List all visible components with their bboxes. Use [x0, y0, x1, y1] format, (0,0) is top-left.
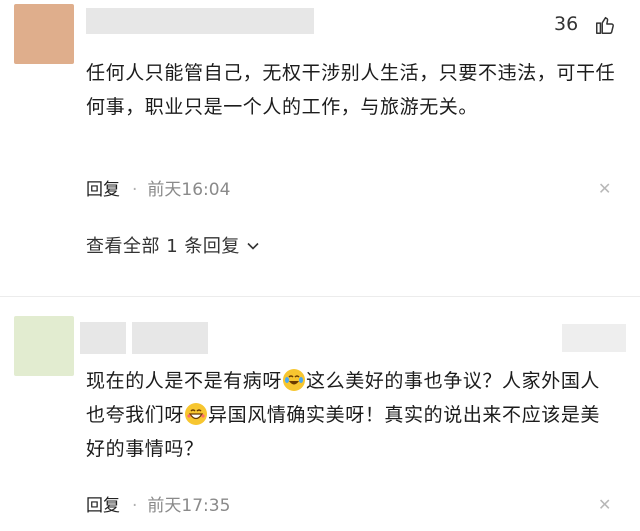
view-all-replies-link[interactable]: 查看全部 1 条回复 [86, 232, 260, 258]
close-icon[interactable]: ✕ [598, 181, 611, 197]
reply-button[interactable]: 回复 [86, 496, 120, 516]
view-all-replies-label: 查看全部 1 条回复 [86, 236, 240, 257]
comment-meta: 回复 · 前天16:04 [86, 175, 230, 200]
thumbs-up-icon[interactable] [594, 14, 616, 40]
divider [0, 296, 640, 297]
username-blurred[interactable] [86, 8, 314, 34]
comment-text-part: 现在的人是不是有病呀 [86, 370, 283, 392]
separator-dot: · [132, 496, 138, 516]
separator-dot: · [132, 180, 138, 200]
reply-button[interactable]: 回复 [86, 180, 120, 200]
username-blurred[interactable] [80, 322, 126, 354]
chevron-down-icon [246, 237, 260, 258]
laughing-crying-emoji [283, 369, 306, 391]
grinning-emoji [185, 403, 208, 425]
comment-text: 现在的人是不是有病呀 这么美好的事也争议？人家外国人也夸我们呀 异国风情确实美呀！真… [86, 364, 616, 466]
like-area-blurred[interactable] [562, 324, 626, 352]
like-count: 36 [554, 13, 579, 35]
close-icon[interactable]: ✕ [598, 497, 611, 513]
avatar[interactable] [14, 4, 74, 64]
comment-time: 前天17:35 [147, 496, 231, 516]
avatar[interactable] [14, 316, 74, 376]
username-blurred[interactable] [132, 322, 208, 354]
comment-time: 前天16:04 [147, 180, 231, 200]
comment-text: 任何人只能管自己，无权干涉别人生活，只要不违法，可干任何事，职业只是一个人的工作… [86, 62, 616, 118]
comment-meta: 回复 · 前天17:35 [86, 491, 230, 516]
